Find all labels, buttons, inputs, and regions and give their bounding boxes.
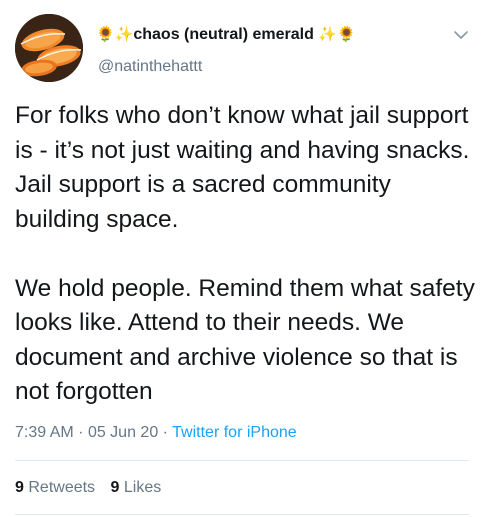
likes-count: 9 — [110, 479, 120, 496]
retweets-label: Retweets — [28, 479, 96, 496]
orange-slices-avatar-icon — [15, 14, 83, 82]
tweet-stats: 9 Retweets 9 Likes — [15, 477, 172, 499]
retweets-stat[interactable]: 9 Retweets — [15, 479, 100, 496]
retweets-count: 9 — [15, 479, 24, 496]
avatar[interactable] — [15, 14, 83, 82]
tweet-text: For folks who don’t know what jail suppo… — [15, 99, 477, 410]
display-name-text: chaos (neutral) emerald — [133, 26, 314, 43]
divider — [15, 514, 469, 515]
username[interactable]: @natinthehattt — [98, 56, 202, 78]
tweet-date[interactable]: 05 Jun 20 — [88, 424, 158, 441]
sunflower-sparkle-emoji-left: 🌻✨ — [96, 25, 134, 43]
meta-separator: · — [162, 424, 168, 441]
tweet-card: 🌻✨chaos (neutral) emerald ✨🌻 @natintheha… — [0, 0, 484, 517]
tweet-source-link[interactable]: Twitter for iPhone — [172, 424, 297, 441]
tweet-paragraph-2: We hold people. Remind them what safety … — [15, 274, 475, 406]
display-name[interactable]: 🌻✨chaos (neutral) emerald ✨🌻 — [96, 22, 356, 47]
likes-stat[interactable]: 9 Likes — [111, 479, 162, 496]
divider — [15, 460, 469, 461]
sparkle-sunflower-emoji-right: ✨🌻 — [318, 25, 356, 43]
chevron-down-icon[interactable] — [452, 26, 470, 44]
tweet-paragraph-1: For folks who don’t know what jail suppo… — [15, 102, 470, 233]
tweet-time[interactable]: 7:39 AM — [15, 424, 74, 441]
meta-separator: · — [78, 424, 84, 441]
tweet-meta: 7:39 AM · 05 Jun 20 · Twitter for iPhone — [15, 422, 297, 444]
likes-label: Likes — [123, 479, 162, 496]
